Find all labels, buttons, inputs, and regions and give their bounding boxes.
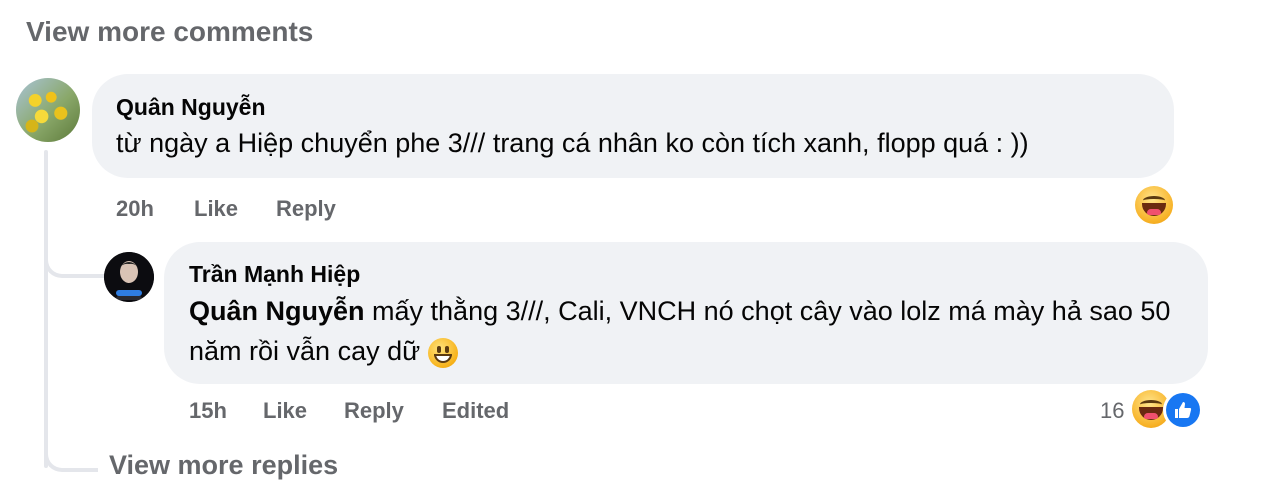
- avatar[interactable]: [104, 252, 154, 302]
- haha-icon[interactable]: [1132, 390, 1170, 428]
- reply-button[interactable]: Reply: [276, 196, 336, 222]
- like-button[interactable]: Like: [194, 196, 238, 222]
- reply-text: Quân Nguyễn mấy thằng 3///, Cali, VNCH n…: [189, 291, 1179, 371]
- comment-author[interactable]: Quân Nguyễn: [116, 94, 266, 121]
- mention-tag[interactable]: Quân Nguyễn: [189, 296, 365, 326]
- comment-text: từ ngày a Hiệp chuyển phe 3/// trang cá …: [116, 128, 1029, 158]
- like-button[interactable]: Like: [263, 398, 307, 424]
- avatar[interactable]: [16, 78, 80, 142]
- thread-line: [44, 150, 48, 468]
- grinning-face-icon: [427, 337, 458, 368]
- reply-timestamp[interactable]: 15h: [189, 398, 227, 424]
- reaction-count[interactable]: 16: [1100, 398, 1124, 424]
- comment-timestamp[interactable]: 20h: [116, 196, 154, 222]
- reply-author[interactable]: Trần Mạnh Hiệp: [189, 261, 360, 288]
- haha-icon[interactable]: [1135, 186, 1173, 224]
- reply-button[interactable]: Reply: [344, 398, 404, 424]
- more-replies-connector: [44, 434, 98, 472]
- edited-label: Edited: [442, 398, 510, 423]
- like-icon[interactable]: [1166, 393, 1200, 427]
- view-more-replies-link[interactable]: View more replies: [109, 450, 338, 481]
- reply-connector: [44, 240, 104, 278]
- view-more-comments-link[interactable]: View more comments: [26, 16, 313, 48]
